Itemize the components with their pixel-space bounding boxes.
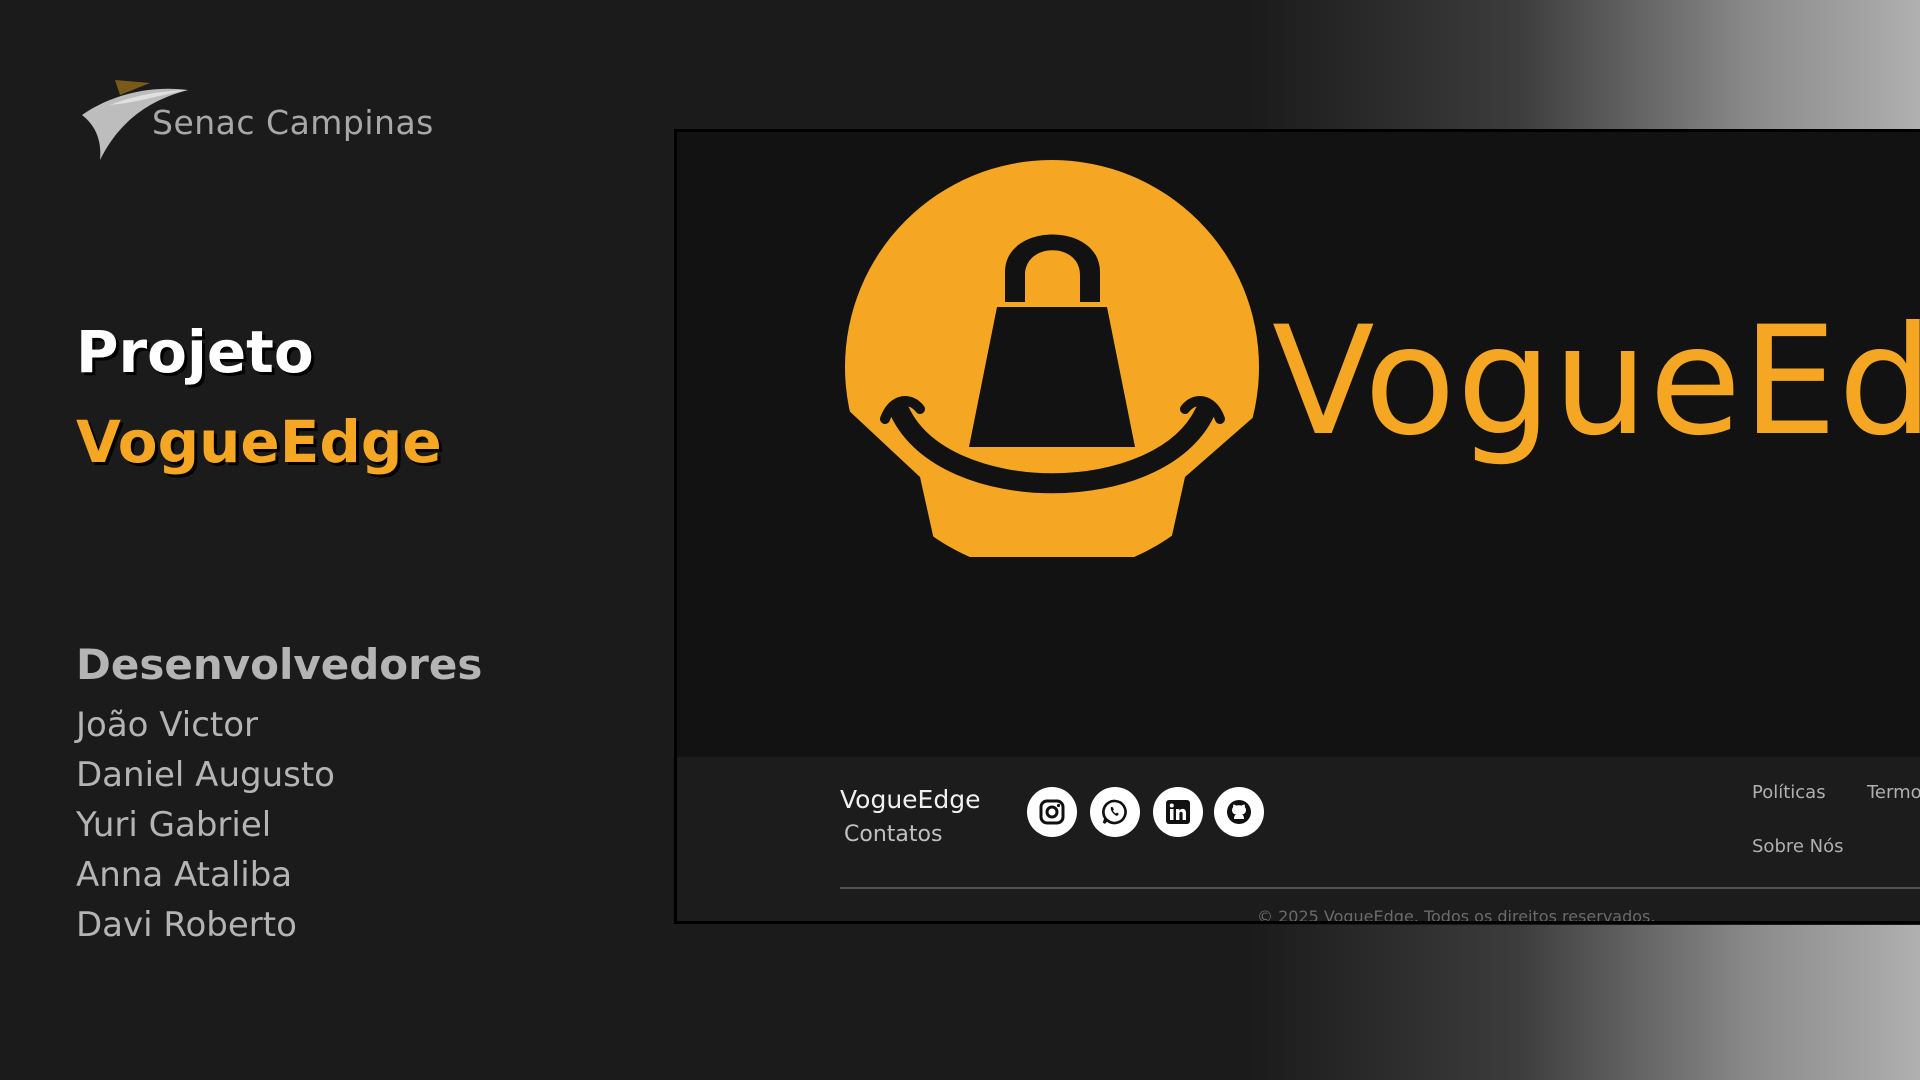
developer-name: Daniel Augusto [76, 755, 335, 795]
linkedin-icon [1166, 800, 1190, 824]
brand-wordmark: VogueEdge [1272, 295, 1920, 469]
website-preview: VogueEdge VogueEdge Contatos [674, 129, 1920, 924]
background-gradient-bottom [1250, 925, 1920, 1080]
copyright-text: © 2025 VogueEdge. Todos os direitos rese… [1257, 907, 1656, 924]
developers-list: João Victor Daniel Augusto Yuri Gabriel … [76, 700, 335, 950]
footer-divider [840, 887, 1920, 889]
background-gradient-top [1250, 0, 1920, 130]
footer-brand[interactable]: VogueEdge [840, 785, 980, 814]
developer-name: Anna Ataliba [76, 855, 293, 895]
footer-contacts-label: Contatos [844, 822, 943, 847]
linkedin-button[interactable] [1153, 787, 1203, 837]
project-label: Projeto [76, 318, 314, 386]
github-icon [1227, 800, 1251, 824]
footer-link-terms[interactable]: Termo [1867, 782, 1920, 803]
github-button[interactable] [1214, 787, 1264, 837]
institution-name: Senac Campinas [152, 103, 434, 142]
instagram-icon [1039, 799, 1065, 825]
developer-name: Yuri Gabriel [76, 805, 272, 845]
project-name: VogueEdge [76, 408, 442, 476]
senac-logo: Senac Campinas [80, 75, 480, 165]
developer-name: João Victor [76, 705, 259, 745]
footer-link-about[interactable]: Sobre Nós [1752, 836, 1844, 857]
footer-link-policies[interactable]: Políticas [1752, 782, 1826, 803]
developer-name: Davi Roberto [76, 905, 297, 945]
whatsapp-button[interactable] [1090, 787, 1140, 837]
developers-heading: Desenvolvedores [76, 640, 483, 689]
whatsapp-icon [1102, 799, 1127, 825]
site-footer: VogueEdge Contatos Políticas Termo Sobre… [677, 757, 1920, 924]
instagram-button[interactable] [1027, 787, 1077, 837]
shopping-bag-smile-logo-icon [845, 160, 1265, 557]
